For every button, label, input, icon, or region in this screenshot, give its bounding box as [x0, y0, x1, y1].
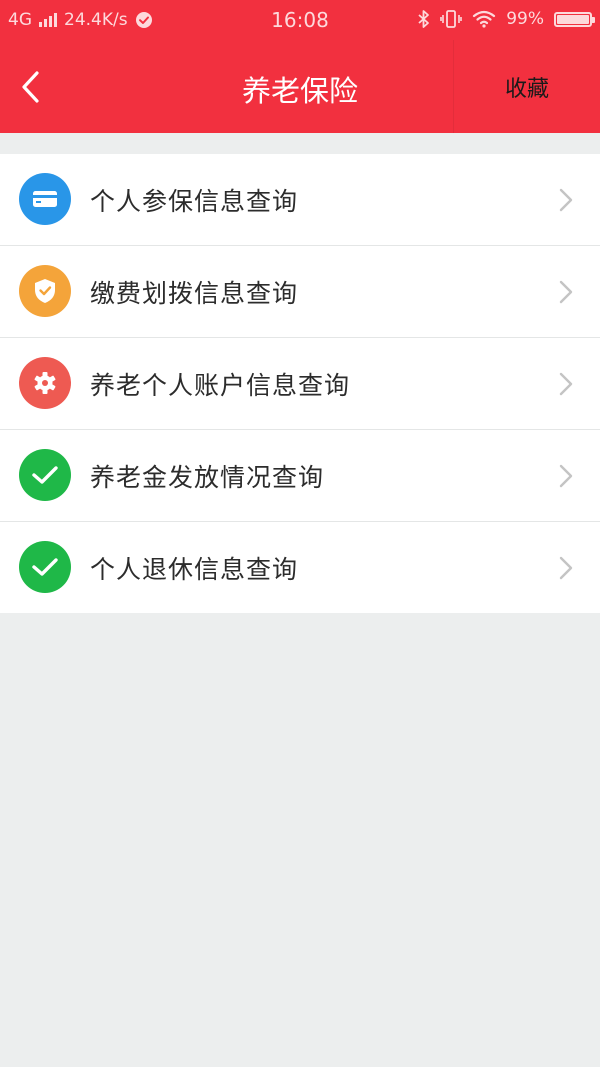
list-item-insured-info[interactable]: 个人参保信息查询: [0, 154, 600, 246]
list-item-retirement-info[interactable]: 个人退休信息查询: [0, 522, 600, 613]
vibrate-icon: [440, 10, 463, 28]
list-item-pension-account[interactable]: 养老个人账户信息查询: [0, 338, 600, 430]
list-item-label: 养老个人账户信息查询: [90, 371, 351, 400]
chevron-right-icon: [559, 188, 573, 212]
app-header: 4G 24.4K/s 16:08 99% 养老保险 收藏: [0, 0, 600, 133]
chevron-right-icon: [559, 372, 573, 396]
list-item-label: 个人参保信息查询: [90, 187, 299, 216]
nav-bar: 养老保险 收藏: [0, 40, 600, 133]
chevron-right-icon: [559, 464, 573, 488]
battery-icon: [554, 11, 595, 27]
wifi-icon: [473, 10, 496, 28]
list-item-label: 缴费划拨信息查询: [90, 279, 299, 308]
check-icon: [19, 449, 71, 501]
menu-list: 个人参保信息查询 缴费划拨信息查询 养老个人账户信息查询 养老金发放情况查询 个…: [0, 154, 600, 613]
bluetooth-icon: [418, 10, 430, 28]
list-item-label: 个人退休信息查询: [90, 555, 299, 584]
status-right: 99%: [418, 9, 595, 29]
chevron-right-icon: [559, 556, 573, 580]
check-icon: [19, 541, 71, 593]
status-bar: 4G 24.4K/s 16:08 99%: [0, 0, 600, 40]
list-item-payment-info[interactable]: 缴费划拨信息查询: [0, 246, 600, 338]
card-icon: [19, 173, 71, 225]
gear-icon: [19, 357, 71, 409]
chevron-right-icon: [559, 280, 573, 304]
battery-percent: 99%: [506, 9, 544, 29]
favorite-button[interactable]: 收藏: [454, 40, 600, 133]
list-item-label: 养老金发放情况查询: [90, 463, 325, 492]
shield-check-icon: [19, 265, 71, 317]
list-item-pension-payout[interactable]: 养老金发放情况查询: [0, 430, 600, 522]
battery-fill: [557, 14, 589, 24]
